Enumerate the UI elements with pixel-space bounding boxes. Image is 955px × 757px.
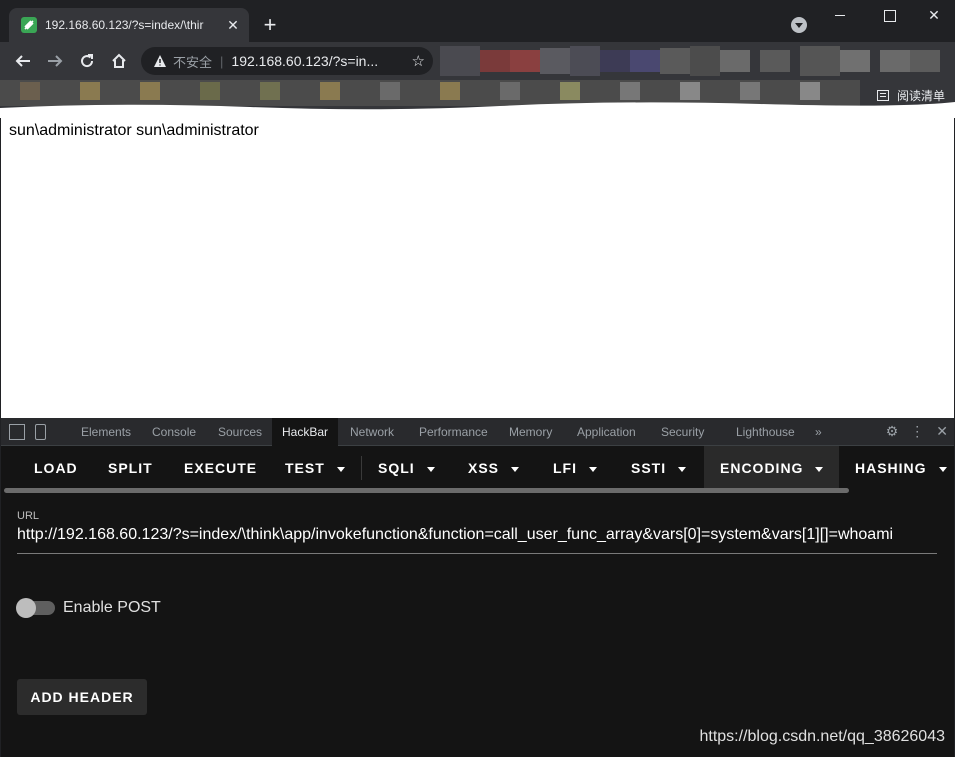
execute-button[interactable]: EXECUTE [184, 446, 257, 490]
warning-icon [154, 55, 166, 67]
home-button[interactable] [107, 49, 131, 73]
add-header-button[interactable]: ADD HEADER [17, 679, 147, 715]
page-content: sun\administrator sun\administrator [1, 112, 954, 418]
menu-divider [361, 456, 362, 480]
chevron-down-icon [336, 466, 345, 472]
split-button[interactable]: SPLIT [108, 446, 153, 490]
omnibox-separator: | [220, 53, 224, 69]
toggle-track [16, 598, 55, 618]
blurred-extensions-area [440, 46, 940, 76]
devtools-tab-bar: Elements Console Sources HackBar Network… [1, 418, 954, 446]
tab-console[interactable]: Console [152, 418, 196, 446]
bookmark-star-icon[interactable]: ☆ [412, 52, 425, 70]
chevron-down-icon [678, 466, 687, 472]
tab-close-icon[interactable]: ✕ [225, 17, 241, 33]
tab-search-icon[interactable] [791, 17, 807, 33]
forward-button[interactable] [43, 49, 67, 73]
close-window-button[interactable]: ✕ [911, 0, 955, 30]
chevron-down-icon [511, 466, 520, 472]
tab-application[interactable]: Application [577, 418, 636, 446]
tab-hackbar[interactable]: HackBar [272, 418, 339, 446]
tab-security[interactable]: Security [661, 418, 704, 446]
chevron-down-icon [938, 466, 947, 472]
tab-lighthouse[interactable]: Lighthouse [736, 418, 795, 446]
enable-post-toggle[interactable]: Enable POST [16, 598, 161, 618]
omnibox-url[interactable]: 192.168.60.123/?s=in... [231, 53, 405, 69]
hashing-dropdown[interactable]: HASHING [855, 446, 947, 490]
close-devtools-icon[interactable]: ✕ [936, 423, 948, 440]
xss-dropdown[interactable]: XSS [468, 446, 520, 490]
browser-toolbar: 不安全 | 192.168.60.123/?s=in... ☆ [0, 42, 955, 80]
test-label: TEST [285, 460, 325, 476]
menu-scrollbar[interactable] [4, 488, 849, 493]
chevron-down-icon [589, 466, 597, 472]
inspect-element-icon[interactable] [9, 424, 25, 440]
devtools-panel: Elements Console Sources HackBar Network… [1, 418, 954, 757]
ssti-label: SSTI [631, 460, 667, 476]
minimize-button[interactable] [817, 0, 863, 30]
enable-post-label: Enable POST [63, 599, 161, 616]
chevron-down-icon [815, 466, 824, 472]
new-tab-button[interactable]: + [258, 14, 282, 38]
load-button[interactable]: LOAD [34, 446, 78, 490]
device-toolbar-icon[interactable] [35, 424, 46, 440]
url-input[interactable]: http://192.168.60.123/?s=index/\think\ap… [17, 526, 937, 544]
xss-label: XSS [468, 460, 500, 476]
forward-arrow-icon [48, 55, 63, 67]
tab-performance[interactable]: Performance [419, 418, 488, 446]
home-icon [112, 53, 126, 68]
browser-window: 192.168.60.123/?s=index/\thir ✕ + ✕ 不安全 … [0, 0, 955, 757]
maximize-button[interactable] [866, 0, 912, 30]
lfi-label: LFI [553, 460, 577, 476]
encoding-label: ENCODING [720, 460, 804, 476]
sqli-dropdown[interactable]: SQLI [378, 446, 435, 490]
lfi-dropdown[interactable]: LFI [553, 446, 597, 490]
test-dropdown[interactable]: TEST [285, 446, 345, 490]
sqli-label: SQLI [378, 460, 415, 476]
tab-memory[interactable]: Memory [509, 418, 552, 446]
toggle-knob [16, 598, 36, 618]
more-tabs-icon[interactable]: » [815, 418, 822, 446]
kebab-menu-icon[interactable]: ⋮ [910, 423, 924, 440]
reload-icon [81, 54, 94, 68]
tab-sources[interactable]: Sources [218, 418, 262, 446]
hashing-label: HASHING [855, 460, 927, 476]
chevron-down-icon [426, 466, 435, 472]
browser-tab[interactable]: 192.168.60.123/?s=index/\thir ✕ [9, 8, 249, 42]
tab-title: 192.168.60.123/?s=index/\thir [45, 18, 204, 32]
screenshot-tear-edge [0, 102, 955, 118]
insecure-label: 不安全 [173, 54, 213, 70]
reload-button[interactable] [75, 49, 99, 73]
back-button[interactable] [11, 49, 35, 73]
hackbar-menu: LOAD SPLIT EXECUTE TEST SQLI XSS LFI SST… [1, 446, 954, 490]
url-field-label: URL [17, 510, 40, 522]
command-output: sun\administrator sun\administrator [9, 122, 259, 139]
ssti-dropdown[interactable]: SSTI [631, 446, 687, 490]
watermark-text: https://blog.csdn.net/qq_38626043 [699, 728, 945, 745]
back-arrow-icon [15, 55, 30, 67]
address-bar[interactable]: 不安全 | 192.168.60.123/?s=in... ☆ [141, 47, 433, 75]
tab-elements[interactable]: Elements [81, 418, 131, 446]
site-favicon-icon [21, 17, 37, 33]
encoding-dropdown[interactable]: ENCODING [704, 446, 840, 490]
settings-gear-icon[interactable]: ⚙ [886, 423, 899, 440]
url-underline [17, 553, 937, 554]
tab-strip: 192.168.60.123/?s=index/\thir ✕ + ✕ [0, 0, 955, 42]
tab-network[interactable]: Network [350, 418, 394, 446]
